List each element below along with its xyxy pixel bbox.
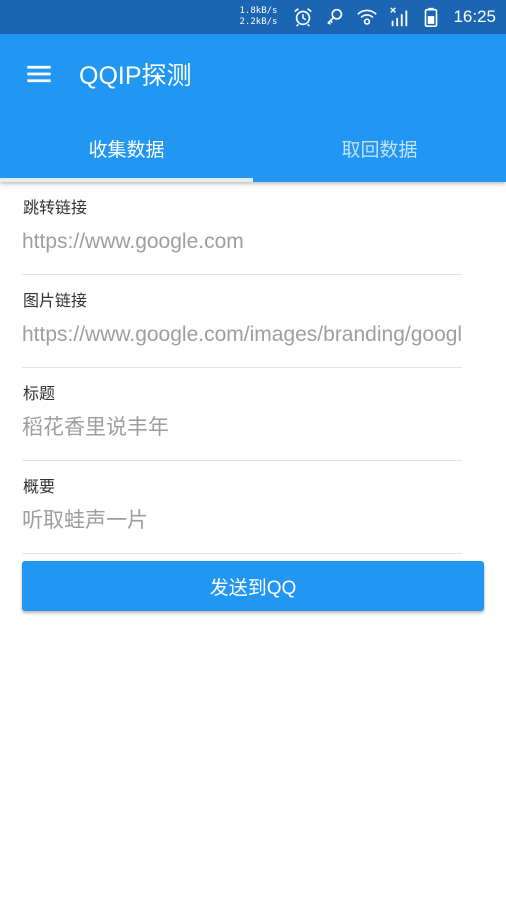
toolbar: QQIP探测 bbox=[0, 34, 506, 114]
summary-input[interactable] bbox=[22, 503, 462, 539]
image-link-label: 图片链接 bbox=[23, 293, 88, 310]
tab-bar: 收集数据 取回数据 bbox=[0, 114, 506, 182]
app-bar: QQIP探测 收集数据 取回数据 bbox=[0, 34, 506, 182]
summary-field: 概要 bbox=[22, 461, 462, 554]
status-time: 16:25 bbox=[453, 7, 496, 26]
title-input[interactable] bbox=[22, 410, 462, 446]
image-link-field: 图片链接 bbox=[22, 275, 462, 368]
download-speed: 2.2kB/s bbox=[239, 17, 278, 27]
key-icon bbox=[324, 6, 346, 28]
summary-label: 概要 bbox=[23, 479, 56, 496]
wifi-icon bbox=[356, 6, 378, 28]
send-to-qq-button[interactable]: 发送到QQ bbox=[22, 561, 484, 611]
tab-collect-data[interactable]: 收集数据 bbox=[0, 114, 253, 182]
status-bar: 1.8kB/s 2.2kB/s 16:25 bbox=[0, 0, 506, 34]
redirect-link-input[interactable] bbox=[22, 224, 462, 260]
redirect-link-field: 跳转链接 bbox=[22, 182, 462, 275]
title-field: 标题 bbox=[22, 368, 462, 461]
app-title: QQIP探测 bbox=[79, 62, 192, 90]
upload-speed: 1.8kB/s bbox=[239, 6, 278, 16]
alarm-icon bbox=[292, 6, 314, 28]
battery-icon bbox=[420, 6, 442, 28]
tab-retrieve-data[interactable]: 取回数据 bbox=[253, 114, 506, 182]
image-link-input[interactable] bbox=[22, 317, 462, 353]
menu-button[interactable] bbox=[19, 54, 59, 94]
share-form: 跳转链接 图片链接 标题 概要 bbox=[22, 182, 462, 554]
redirect-link-label: 跳转链接 bbox=[23, 200, 88, 217]
title-label: 标题 bbox=[23, 386, 56, 403]
network-speed: 1.8kB/s 2.2kB/s bbox=[240, 6, 278, 28]
signal-icon bbox=[388, 6, 410, 28]
menu-icon bbox=[27, 65, 51, 83]
